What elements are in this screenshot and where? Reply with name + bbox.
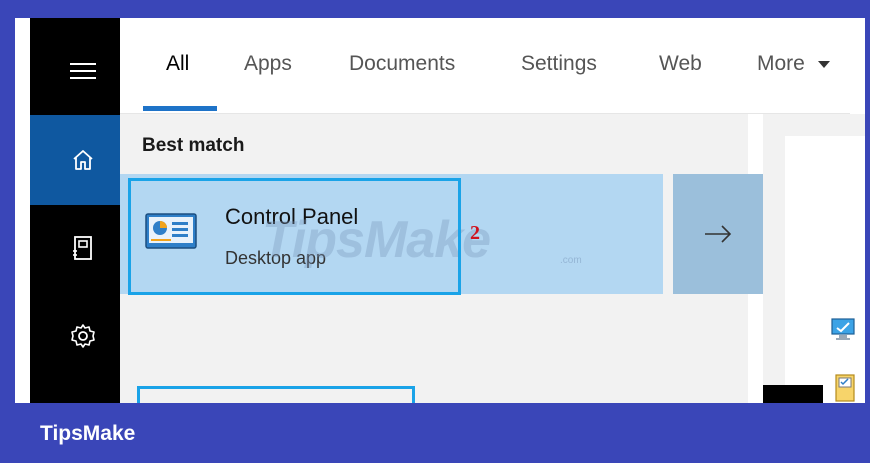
home-icon bbox=[71, 148, 95, 172]
tab-web[interactable]: Web bbox=[659, 52, 702, 76]
search-scope-tabs: All Apps Documents Settings Web More bbox=[120, 18, 850, 114]
checklist-icon bbox=[834, 373, 856, 408]
best-match-heading: Best match bbox=[142, 135, 245, 156]
tab-more[interactable]: More bbox=[757, 52, 831, 76]
open-details-button[interactable] bbox=[673, 174, 763, 294]
preview-card bbox=[785, 136, 865, 403]
tab-documents[interactable]: Documents bbox=[349, 52, 455, 76]
annotation-highlight-box-2 bbox=[137, 386, 415, 403]
monitor-icon bbox=[830, 316, 856, 347]
hamburger-menu-icon bbox=[69, 61, 96, 81]
screenshot-frame: All Apps Documents Settings Web More Bes… bbox=[0, 0, 870, 463]
tab-all[interactable]: All bbox=[166, 52, 189, 76]
annotation-highlight-box bbox=[128, 178, 461, 295]
preview-dark-strip bbox=[763, 385, 823, 403]
watermark-domain: .com bbox=[560, 255, 582, 266]
tab-settings[interactable]: Settings bbox=[521, 52, 597, 76]
active-tab-indicator bbox=[143, 106, 217, 111]
arrow-right-icon bbox=[705, 225, 732, 243]
tab-apps[interactable]: Apps bbox=[244, 52, 292, 76]
chevron-down-icon bbox=[817, 61, 830, 69]
brand-label: TipsMake bbox=[40, 422, 136, 445]
notebook-icon bbox=[72, 235, 94, 261]
gear-icon bbox=[70, 323, 96, 349]
tab-more-label: More bbox=[757, 52, 805, 75]
annotation-step-number: 2 bbox=[470, 222, 480, 244]
